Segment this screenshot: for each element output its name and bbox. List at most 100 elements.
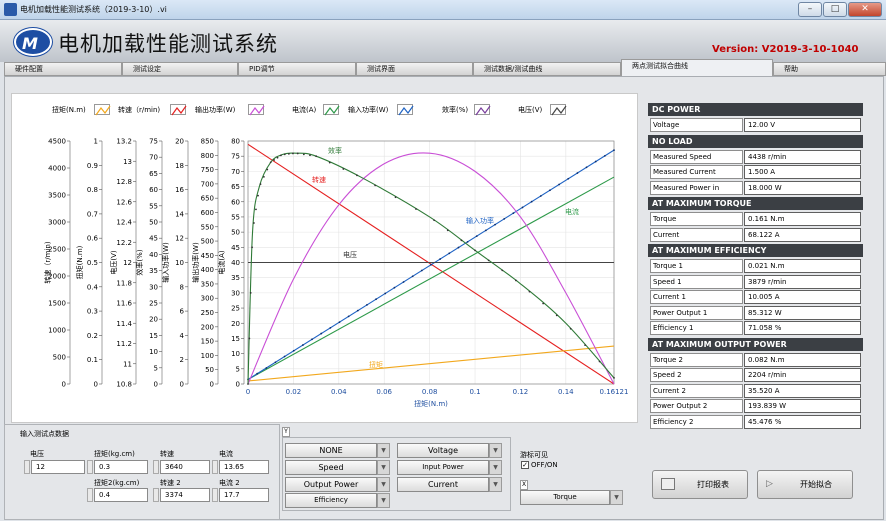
axis-tick-label: 75 <box>149 138 158 146</box>
y-select-none[interactable]: NONE <box>285 443 377 458</box>
dropdown-arrow-icon[interactable]: ▼ <box>489 477 502 492</box>
y-select-output-power[interactable]: Output Power <box>285 477 377 492</box>
series-marker <box>283 153 286 156</box>
axis-tick-label: 14 <box>175 210 184 218</box>
axis-tick-label: 70 <box>231 168 240 176</box>
print-report-button[interactable]: 打印报表 <box>652 470 748 499</box>
series-marker <box>356 309 359 312</box>
axis-tick-label: 65 <box>231 183 240 191</box>
speed-input[interactable]: 3640 <box>160 460 210 474</box>
axis-tick-label: 10.8 <box>116 381 132 389</box>
chart-plot[interactable]: 450040003500300025002000150010005000转速（r… <box>12 117 638 423</box>
close-button[interactable]: ✕ <box>848 2 882 17</box>
dropdown-arrow-icon[interactable]: ▼ <box>489 460 502 475</box>
input-section-title: 输入测试点数据 <box>20 430 69 438</box>
tab-test-view[interactable]: 测试界面 <box>356 62 473 76</box>
torque2-input[interactable]: 0.4 <box>94 488 148 502</box>
series-marker <box>430 263 432 266</box>
axis-tick-label: 45 <box>231 244 240 252</box>
axis-tick-label: 60 <box>149 186 158 194</box>
series-marker <box>302 344 304 346</box>
cursor-checkbox[interactable]: ✓ <box>521 461 529 469</box>
tab-two-point-fit[interactable]: 两点测试拟合曲线 <box>621 59 773 76</box>
dropdown-arrow-icon[interactable]: ▼ <box>377 460 390 475</box>
axis-tick-label: 200 <box>201 323 214 331</box>
torque2-spinner[interactable] <box>87 488 93 502</box>
axis-tick-label: 0.5 <box>87 259 98 267</box>
current2-spinner[interactable] <box>212 488 218 502</box>
axis-tick-label: 0.3 <box>87 308 98 316</box>
series-marker <box>521 206 524 209</box>
axis-tick-label: 3500 <box>48 192 66 200</box>
series-marker <box>283 355 286 358</box>
series-marker <box>569 327 572 330</box>
result-label: Measured Current <box>650 165 743 179</box>
torque-input[interactable]: 0.3 <box>94 460 148 474</box>
series-marker <box>265 367 268 369</box>
tab-hardware[interactable]: 硬件配置 <box>4 62 122 76</box>
series-marker <box>315 155 318 158</box>
x-select-torque[interactable]: Torque <box>520 490 610 505</box>
y-select-input-power[interactable]: Input Power <box>397 460 489 475</box>
curve-label-torque: 扭矩 <box>369 360 383 369</box>
result-value: 10.005 A <box>744 290 861 304</box>
series-marker <box>269 161 272 164</box>
axis-tick-label: 16 <box>175 186 184 194</box>
speed-spinner[interactable] <box>153 460 159 474</box>
result-label: Torque 2 <box>650 352 743 367</box>
tab-test-settings[interactable]: 测试设定 <box>122 62 238 76</box>
series-marker <box>366 304 368 306</box>
start-fit-button[interactable]: ▷ 开始拟合 <box>757 470 853 499</box>
result-label: Current <box>650 227 743 242</box>
voltage-input[interactable]: 12 <box>31 460 85 474</box>
axis-tick-label: 13.2 <box>116 138 132 146</box>
current-input[interactable]: 13.65 <box>219 460 269 474</box>
current2-input[interactable]: 17.7 <box>219 488 269 502</box>
tab-pid[interactable]: PID调节 <box>238 62 356 76</box>
series-marker <box>530 200 533 203</box>
dropdown-arrow-icon[interactable]: ▼ <box>377 443 390 458</box>
y-select-current[interactable]: Current <box>397 477 489 492</box>
tab-help[interactable]: 帮助 <box>773 62 886 76</box>
axis-tick-label: 25 <box>149 300 158 308</box>
series-marker <box>257 194 259 197</box>
voltage-spinner[interactable] <box>24 460 30 474</box>
axis-tick-label: 12 <box>123 259 132 267</box>
y-select-speed[interactable]: Speed <box>285 460 377 475</box>
axis-tick-label: 35 <box>149 267 158 275</box>
y-select-voltage[interactable]: Voltage <box>397 443 489 458</box>
result-label: Measured Power in <box>650 180 743 195</box>
minimize-button[interactable]: – <box>798 2 822 17</box>
dropdown-arrow-icon[interactable]: ▼ <box>377 493 390 508</box>
torque-spinner[interactable] <box>87 460 93 474</box>
axis-tick-label: 700 <box>201 180 214 188</box>
tab-test-data[interactable]: 测试数据/测试曲线 <box>473 62 621 76</box>
axis-tick-label: 150 <box>201 338 214 346</box>
current-spinner[interactable] <box>212 460 218 474</box>
y-select-efficiency[interactable]: Efficiency <box>285 493 377 508</box>
dropdown-arrow-icon[interactable]: ▼ <box>610 490 623 505</box>
dropdown-arrow-icon[interactable]: ▼ <box>377 477 390 492</box>
series-marker <box>296 152 299 155</box>
curve-label-input-power: 输入功率 <box>466 216 494 225</box>
speed2-input[interactable]: 3374 <box>160 488 210 502</box>
axis-tick-label: 650 <box>201 195 214 203</box>
result-label: Measured Speed <box>650 149 743 164</box>
maximize-button[interactable]: □ <box>823 2 847 17</box>
legend-speed: 转速（r/min) <box>118 106 161 114</box>
torque2-label: 扭矩2(kg.cm) <box>94 479 140 487</box>
series-marker <box>448 252 451 255</box>
legend-swatch-current <box>323 104 340 116</box>
window-title: 电机加载性能测试系统（2019-3-10）.vi <box>20 5 167 14</box>
series-marker <box>338 321 341 324</box>
dropdown-arrow-icon[interactable]: ▼ <box>489 443 502 458</box>
axis-tick-label: 12.2 <box>116 239 132 247</box>
result-value: 12.00 V <box>744 118 861 132</box>
series-marker <box>342 168 345 170</box>
speed2-spinner[interactable] <box>153 488 159 502</box>
axis-tick-label: 15 <box>231 335 240 343</box>
axis-tick-label: 300 <box>201 295 214 303</box>
axis-tick-label: 4000 <box>48 165 66 173</box>
series-marker <box>466 240 469 243</box>
series-marker <box>475 235 478 238</box>
